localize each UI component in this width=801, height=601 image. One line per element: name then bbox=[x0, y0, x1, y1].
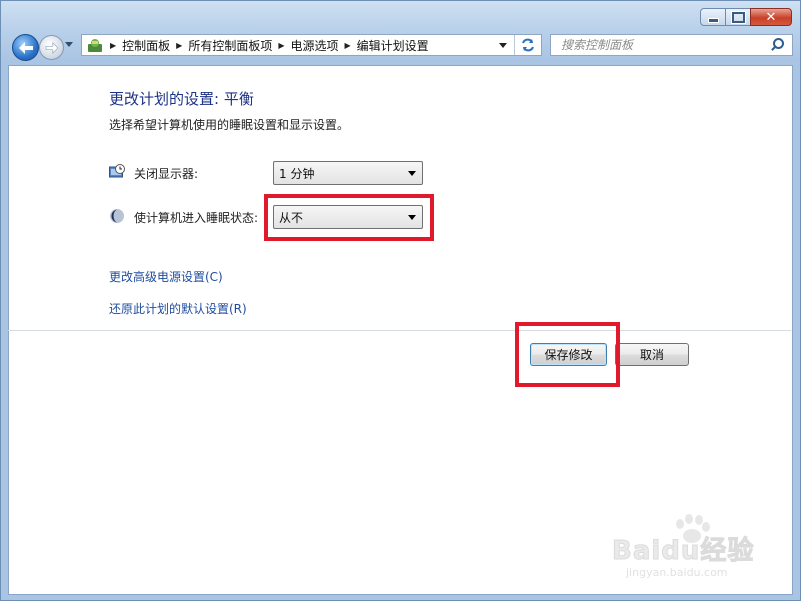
chevron-down-icon bbox=[408, 170, 416, 176]
divider bbox=[8, 330, 791, 331]
page-subtitle: 选择希望计算机使用的睡眠设置和显示设置。 bbox=[109, 118, 350, 132]
breadcrumb-all-items[interactable]: 所有控制面板项 bbox=[188, 37, 272, 54]
breadcrumb-separator-icon: ▶ bbox=[110, 40, 117, 50]
back-button[interactable] bbox=[12, 34, 39, 61]
display-off-select[interactable]: 1 分钟 bbox=[273, 161, 423, 185]
address-dropdown-icon[interactable] bbox=[499, 43, 507, 48]
breadcrumb-edit-plan[interactable]: 编辑计划设置 bbox=[357, 37, 429, 54]
minimize-icon bbox=[707, 17, 719, 23]
close-button[interactable]: ✕ bbox=[750, 8, 792, 26]
breadcrumb-power-options[interactable]: 电源选项 bbox=[291, 37, 339, 54]
control-panel-icon bbox=[86, 37, 104, 53]
search-icon[interactable] bbox=[768, 36, 788, 54]
caption-buttons: ✕ bbox=[700, 8, 792, 26]
breadcrumb-separator-icon[interactable]: ▶ bbox=[176, 41, 182, 50]
sleep-label: 使计算机进入睡眠状态: bbox=[134, 211, 259, 225]
breadcrumb-separator-icon[interactable]: ▶ bbox=[345, 41, 351, 50]
maximize-button[interactable] bbox=[725, 8, 751, 26]
refresh-icon bbox=[522, 38, 534, 52]
advanced-power-settings-link[interactable]: 更改高级电源设置(C) bbox=[109, 268, 223, 285]
watermark-url: jingyan.baidu.com bbox=[626, 566, 728, 579]
search-box[interactable] bbox=[550, 34, 793, 56]
highlight-sleep-select bbox=[264, 194, 434, 241]
refresh-button[interactable] bbox=[514, 35, 541, 55]
address-bar[interactable]: ▶ 控制面板 ▶ 所有控制面板项 ▶ 电源选项 ▶ 编辑计划设置 bbox=[81, 34, 542, 56]
search-input[interactable] bbox=[559, 37, 768, 53]
watermark: Baidu经验 jingyan.baidu.com bbox=[611, 514, 762, 584]
breadcrumb-separator-icon[interactable]: ▶ bbox=[278, 41, 284, 50]
monitor-clock-icon bbox=[109, 164, 125, 180]
restore-defaults-link[interactable]: 还原此计划的默认设置(R) bbox=[109, 300, 247, 317]
maximize-icon bbox=[731, 11, 745, 23]
moon-icon bbox=[109, 208, 125, 224]
forward-button[interactable] bbox=[39, 35, 64, 60]
cancel-button[interactable]: 取消 bbox=[615, 343, 689, 366]
minimize-button[interactable] bbox=[700, 8, 726, 26]
display-off-value: 1 分钟 bbox=[279, 166, 315, 181]
page-title: 更改计划的设置: 平衡 bbox=[109, 90, 254, 108]
forward-arrow-icon bbox=[45, 41, 58, 54]
breadcrumb-control-panel[interactable]: 控制面板 bbox=[122, 37, 170, 54]
highlight-save-button bbox=[515, 322, 620, 387]
breadcrumb: ▶ 控制面板 ▶ 所有控制面板项 ▶ 电源选项 ▶ 编辑计划设置 bbox=[104, 37, 429, 54]
close-icon: ✕ bbox=[765, 9, 777, 25]
watermark-brand: Baidu经验 bbox=[611, 536, 755, 567]
display-off-label: 关闭显示器: bbox=[134, 167, 199, 181]
back-arrow-icon bbox=[18, 41, 33, 54]
recent-pages-dropdown[interactable] bbox=[65, 42, 73, 47]
